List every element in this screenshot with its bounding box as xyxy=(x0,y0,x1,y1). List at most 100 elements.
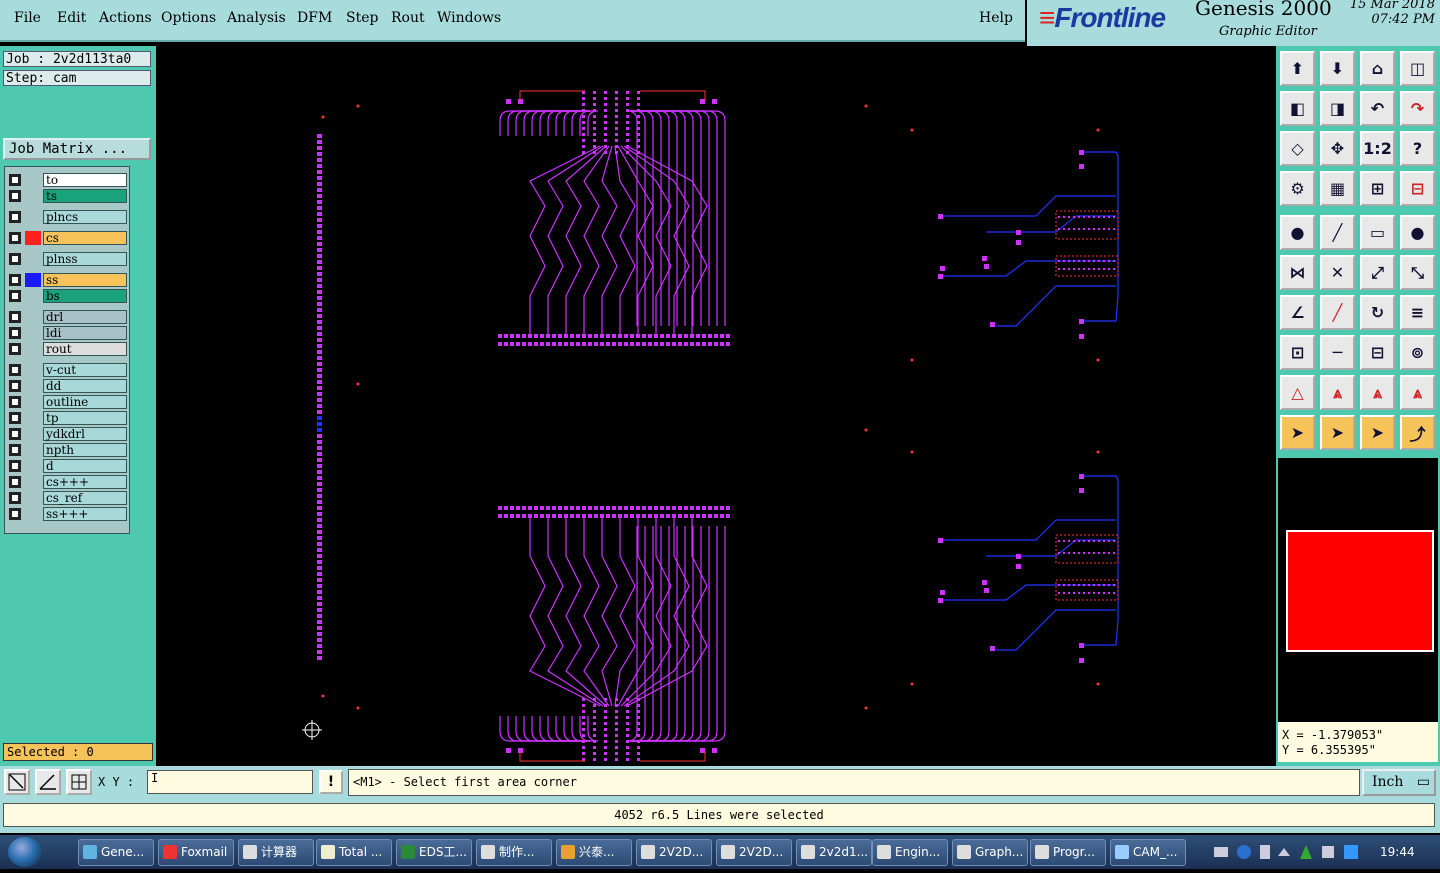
taskbar-item[interactable]: 计算器 xyxy=(238,839,314,866)
taskbar-item[interactable]: 2V2D... xyxy=(716,839,792,866)
menu-rout[interactable]: Rout xyxy=(391,10,425,26)
settings-button[interactable]: ⚙ xyxy=(1280,171,1315,206)
layer-name[interactable]: ss+++ xyxy=(43,507,127,521)
layer-checkbox[interactable] xyxy=(9,232,21,244)
arc-button[interactable]: ↻ xyxy=(1360,295,1395,330)
layer-checkbox[interactable] xyxy=(9,380,21,392)
layer-name[interactable]: to xyxy=(43,173,127,187)
pad-button[interactable]: ● xyxy=(1280,215,1315,250)
layer-outline[interactable]: outline xyxy=(7,395,127,409)
undo-button[interactable]: ↶ xyxy=(1360,91,1395,126)
layer-color-swatch[interactable] xyxy=(25,491,41,505)
taskbar-item[interactable]: Foxmail xyxy=(158,839,234,866)
keyboard-icon[interactable] xyxy=(1214,847,1228,857)
layer-checkbox[interactable] xyxy=(9,174,21,186)
layer-name[interactable]: ss xyxy=(43,273,127,287)
split-button[interactable]: ─ xyxy=(1320,335,1355,370)
taskbar-item[interactable]: Engin... xyxy=(872,839,948,866)
back-button[interactable]: ◧ xyxy=(1280,91,1315,126)
layer-color-swatch[interactable] xyxy=(25,475,41,489)
forward-button[interactable]: ◨ xyxy=(1320,91,1355,126)
layer-ydkdrl[interactable]: ydkdrl xyxy=(7,427,127,441)
layer-color-swatch[interactable] xyxy=(25,411,41,425)
layer-color-swatch[interactable] xyxy=(25,459,41,473)
layer-name[interactable]: dd xyxy=(43,379,127,393)
layer-color-swatch[interactable] xyxy=(25,252,41,266)
unit-selector[interactable]: Inch ▭ xyxy=(1362,769,1436,796)
layer-name[interactable]: v-cut xyxy=(43,363,127,377)
save-button[interactable]: ⬇ xyxy=(1320,51,1355,86)
layer-checkbox[interactable] xyxy=(9,311,21,323)
layer-ssplusplusplus[interactable]: ss+++ xyxy=(7,507,127,521)
layer-checkbox[interactable] xyxy=(9,327,21,339)
layer-color-swatch[interactable] xyxy=(25,342,41,356)
layer-name[interactable]: d xyxy=(43,459,127,473)
graphic-canvas[interactable] xyxy=(156,46,1276,766)
layer-bs[interactable]: bs xyxy=(7,289,127,303)
menu-analysis[interactable]: Analysis xyxy=(227,10,286,26)
menu-dfm[interactable]: DFM xyxy=(297,10,332,26)
layer-color-swatch[interactable] xyxy=(25,379,41,393)
layer-checkbox[interactable] xyxy=(9,343,21,355)
group-button[interactable]: ⊚ xyxy=(1400,335,1435,370)
show-hidden-icon[interactable] xyxy=(1278,848,1290,856)
network-icon[interactable] xyxy=(1322,846,1334,858)
layer-rout[interactable]: rout xyxy=(7,342,127,356)
taskbar-item[interactable]: Total ... xyxy=(316,839,392,866)
route-d-button[interactable]: ⩓ xyxy=(1400,375,1435,410)
clock[interactable]: 19:44 xyxy=(1380,845,1415,859)
layer-name[interactable]: drl xyxy=(43,310,127,324)
angle-button[interactable]: ∠ xyxy=(1280,295,1315,330)
layer-name[interactable]: outline xyxy=(43,395,127,409)
job-matrix-button[interactable]: Job Matrix ... xyxy=(3,138,151,160)
layer-color-swatch[interactable] xyxy=(25,363,41,377)
menu-options[interactable]: Options xyxy=(161,10,216,26)
layer-to[interactable]: to xyxy=(7,173,127,187)
layer-name[interactable]: plncs xyxy=(43,210,127,224)
taskbar-item[interactable]: CAM_... xyxy=(1110,839,1186,866)
grid-button[interactable]: ▦ xyxy=(1320,171,1355,206)
layer-csplusplusplus[interactable]: cs+++ xyxy=(7,475,127,489)
overview-map[interactable] xyxy=(1278,524,1438,652)
layer-name[interactable]: ts xyxy=(43,189,127,203)
volume-icon[interactable] xyxy=(1344,845,1358,859)
copy-button[interactable]: ⤡ xyxy=(1400,255,1435,290)
layer-v-cut[interactable]: v-cut xyxy=(7,363,127,377)
layer-checkbox[interactable] xyxy=(9,253,21,265)
layer-color-swatch[interactable] xyxy=(25,443,41,457)
layer-color-swatch[interactable] xyxy=(25,326,41,340)
layer-ts[interactable]: ts xyxy=(7,189,127,203)
route-c-button[interactable]: ⩓ xyxy=(1360,375,1395,410)
draw-button[interactable]: ╱ xyxy=(1320,295,1355,330)
layer-checkbox[interactable] xyxy=(9,508,21,520)
layer-name[interactable]: ldi xyxy=(43,326,127,340)
layer-color-swatch[interactable] xyxy=(25,395,41,409)
move-button[interactable]: ⤢ xyxy=(1360,255,1395,290)
layer-name[interactable]: npth xyxy=(43,443,127,457)
open-button[interactable]: ⬆ xyxy=(1280,51,1315,86)
menu-help[interactable]: Help xyxy=(979,10,1013,26)
layer-color-swatch[interactable] xyxy=(25,427,41,441)
select-net-button[interactable]: ⤴ xyxy=(1400,415,1435,450)
layer-name[interactable]: rout xyxy=(43,342,127,356)
layer-cs-ref[interactable]: cs_ref xyxy=(7,491,127,505)
layer-drl[interactable]: drl xyxy=(7,310,127,324)
select-circle-button[interactable]: ➤ xyxy=(1360,415,1395,450)
layer-color-swatch[interactable] xyxy=(25,507,41,521)
overview-window[interactable] xyxy=(1286,530,1434,652)
menu-step[interactable]: Step xyxy=(346,10,378,26)
layer-cs[interactable]: cs xyxy=(7,231,127,245)
snap-mode-icon[interactable] xyxy=(4,769,30,795)
layer-checkbox[interactable] xyxy=(9,428,21,440)
layer-name[interactable]: cs xyxy=(43,231,127,245)
taskbar-item[interactable]: EDS工... xyxy=(396,839,472,866)
ratio-button[interactable]: 1:2 xyxy=(1360,131,1395,166)
layer-ss[interactable]: ss xyxy=(7,273,127,287)
route-a-button[interactable]: △ xyxy=(1280,375,1315,410)
tray-icon[interactable] xyxy=(1260,845,1270,859)
route-b-button[interactable]: ⩓ xyxy=(1320,375,1355,410)
help-tray-icon[interactable] xyxy=(1237,845,1251,859)
layer-npth[interactable]: npth xyxy=(7,443,127,457)
angle-mode-icon[interactable] xyxy=(35,769,61,795)
taskbar-item[interactable]: Gene... xyxy=(78,839,154,866)
